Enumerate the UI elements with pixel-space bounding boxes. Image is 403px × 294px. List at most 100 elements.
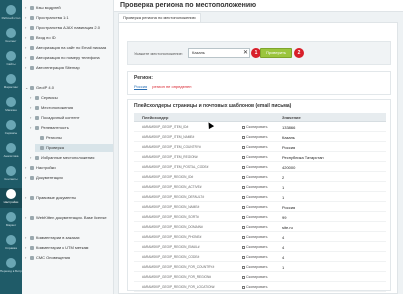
section-icon <box>6 143 16 153</box>
main-panel: Укажите местоположение: Казань ✕ 1 Прове… <box>118 22 398 294</box>
module-icon <box>40 135 44 140</box>
sidebar-item[interactable]: › Сервисы <box>30 94 113 102</box>
copy-button[interactable]: Скопировать <box>242 255 267 259</box>
sidebar-item <box>25 204 113 212</box>
region-link[interactable]: Россия <box>134 84 147 89</box>
app-bar-label: Справка <box>5 246 17 250</box>
app-bar-item[interactable]: Маркетинг <box>0 73 22 93</box>
table-row: #ARAMSKIP_GEOIP_REGION_ACTIVE# Скопироват… <box>134 183 386 192</box>
sidebar-item[interactable]: Регионы <box>35 134 113 142</box>
app-bar-item[interactable]: Контент <box>0 27 22 47</box>
sidebar-item-label: Избранные местоположения <box>41 155 95 160</box>
sidebar-item[interactable]: › Документация <box>25 174 113 182</box>
location-input[interactable]: Казань <box>188 48 250 58</box>
copy-button[interactable]: Скопировать <box>242 185 267 189</box>
app-bar-label: Магазин <box>5 108 17 112</box>
sidebar-item[interactable]: › Комментарии в заказах <box>25 234 113 242</box>
app-bar-item[interactable]: Контакты <box>0 165 22 185</box>
placeholders-section: Плейсхолдеры страницы и почтовых шаблоно… <box>127 99 391 292</box>
module-icon <box>30 25 34 30</box>
copy-label: Скопировать <box>246 125 268 129</box>
sidebar-item-label: Настройки <box>36 165 56 170</box>
app-bar-label: Сервисы <box>4 131 18 135</box>
module-icon <box>35 115 39 120</box>
copy-label: Скопировать <box>246 285 268 289</box>
region-status: регион не определен <box>152 84 192 89</box>
copy-button[interactable]: Скопировать <box>242 235 267 239</box>
sidebar-item[interactable]: › Местоположения <box>30 104 113 112</box>
placeholder-value: Россия <box>282 145 296 150</box>
copy-button[interactable]: Скопировать <box>242 155 267 159</box>
placeholder-code: #ARAMSKIP_GEOIP_ITEM_ID# <box>142 125 189 129</box>
copy-button[interactable]: Скопировать <box>242 165 267 169</box>
section-icon <box>6 258 16 268</box>
copy-label: Скопировать <box>246 145 268 149</box>
table-row: #ARAMSKIP_GEOIP_REGION_FOR_LOCATION# Скоп… <box>134 283 386 292</box>
sidebar-item[interactable]: › Вход по ID <box>25 34 113 42</box>
check-button[interactable]: Проверить <box>260 48 292 58</box>
table-row: #ARAMSKIP_GEOIP_REGION_PHONE# Скопировать… <box>134 233 386 242</box>
copy-button[interactable]: Скопировать <box>242 175 267 179</box>
sidebar-item[interactable]: › Настройки <box>25 164 113 172</box>
sidebar-item[interactable]: › WebKitten документация. Base license <box>25 214 113 222</box>
placeholder-value: 99 <box>282 215 287 220</box>
copy-button[interactable]: Скопировать <box>242 205 267 209</box>
copy-button[interactable]: Скопировать <box>242 245 267 249</box>
sidebar-item-label: Пространства 1:1 <box>36 15 69 20</box>
placeholder-code: #ARAMSKIP_GEOIP_ITEM_COUNTRY# <box>142 145 201 149</box>
placeholder-code: #ARAMSKIP_GEOIP_REGION_FOR_COUNTRY# <box>142 265 215 269</box>
location-label: Укажите местоположение: <box>134 51 183 56</box>
page-header: Проверка региона по местоположению <box>114 0 403 12</box>
module-icon <box>30 255 34 260</box>
sidebar-item-label: СМС Оповещения <box>36 255 71 260</box>
copy-button[interactable]: Скопировать <box>242 195 267 199</box>
copy-button[interactable]: Скопировать <box>242 225 267 229</box>
table-row: #ARAMSKIP_GEOIP_REGION_FOR_REGION# Скопир… <box>134 273 386 282</box>
copy-button[interactable]: Скопировать <box>242 275 267 279</box>
copy-button[interactable]: Скопировать <box>242 215 267 219</box>
app-bar-item[interactable]: Переход в Битрикс24 <box>0 257 22 277</box>
app-bar-item[interactable]: Сервисы <box>0 119 22 139</box>
app-bar-item[interactable]: Магазин <box>0 96 22 116</box>
copy-button[interactable]: Скопировать <box>242 285 267 289</box>
sidebar-item[interactable]: › Авторизация на сайт по Email письма <box>25 44 113 52</box>
sidebar-item[interactable]: › Пространства AJAX навигация 2.0 <box>25 24 113 32</box>
sidebar-item[interactable]: › Правовые документы <box>25 194 113 202</box>
sidebar-item[interactable]: › Авторизация по номеру телефона <box>25 54 113 62</box>
sidebar-item[interactable]: › Релевантность <box>30 124 113 132</box>
module-icon <box>30 45 34 50</box>
clear-icon[interactable]: ✕ <box>243 50 248 56</box>
sidebar-item[interactable]: › Посадочный контент <box>30 114 113 122</box>
sidebar-item[interactable]: ⌄ GeoIP 4.0 <box>25 84 113 92</box>
copy-label: Скопировать <box>246 185 268 189</box>
region-result: Регион: Россия регион не определен <box>127 71 391 95</box>
sidebar-item[interactable]: › Избранные местоположения <box>30 154 113 162</box>
sidebar-item[interactable]: › СМС Оповещения <box>25 254 113 262</box>
sidebar-item[interactable]: › Пространства 1:1 <box>25 14 113 22</box>
app-bar-item[interactable]: Аналитика <box>0 142 22 162</box>
module-icon <box>30 5 34 10</box>
app-bar-item[interactable]: Настройки <box>0 188 22 208</box>
copy-button[interactable]: Скопировать <box>242 125 267 129</box>
sidebar-item[interactable]: › Комментарии к UTM меткам <box>25 244 113 252</box>
sidebar-item[interactable]: › Кэш модулей <box>25 4 113 12</box>
copy-label: Скопировать <box>246 265 268 269</box>
copy-button[interactable]: Скопировать <box>242 145 267 149</box>
placeholder-value: 4 <box>282 255 285 260</box>
copy-button[interactable]: Скопировать <box>242 135 267 139</box>
sidebar-item-label: Авторизация на сайт по Email письма <box>36 45 107 50</box>
placeholder-value: 4 <box>282 235 285 240</box>
tab-check-region[interactable]: Проверка региона по местоположению <box>118 13 201 22</box>
app-bar-item[interactable]: Маркет <box>0 211 22 231</box>
copy-button[interactable]: Скопировать <box>242 265 267 269</box>
sidebar-item[interactable]: › Автогенерация Sitemap <box>25 64 113 72</box>
sidebar-item-label: Сервисы <box>41 95 58 100</box>
module-icon <box>30 175 34 180</box>
admin-sidebar: › Кэш модулей › Пространства 1:1 › Пространст… <box>22 0 114 294</box>
app-bar-item[interactable]: Рабочий стол <box>0 4 22 24</box>
app-bar-item[interactable]: Справка <box>0 234 22 254</box>
placeholder-value: 420000 <box>282 165 296 170</box>
app-bar-label: Рабочий стол <box>1 16 21 20</box>
sidebar-item[interactable]: Проверка <box>35 144 113 152</box>
app-bar-item[interactable]: Сайты <box>0 50 22 70</box>
